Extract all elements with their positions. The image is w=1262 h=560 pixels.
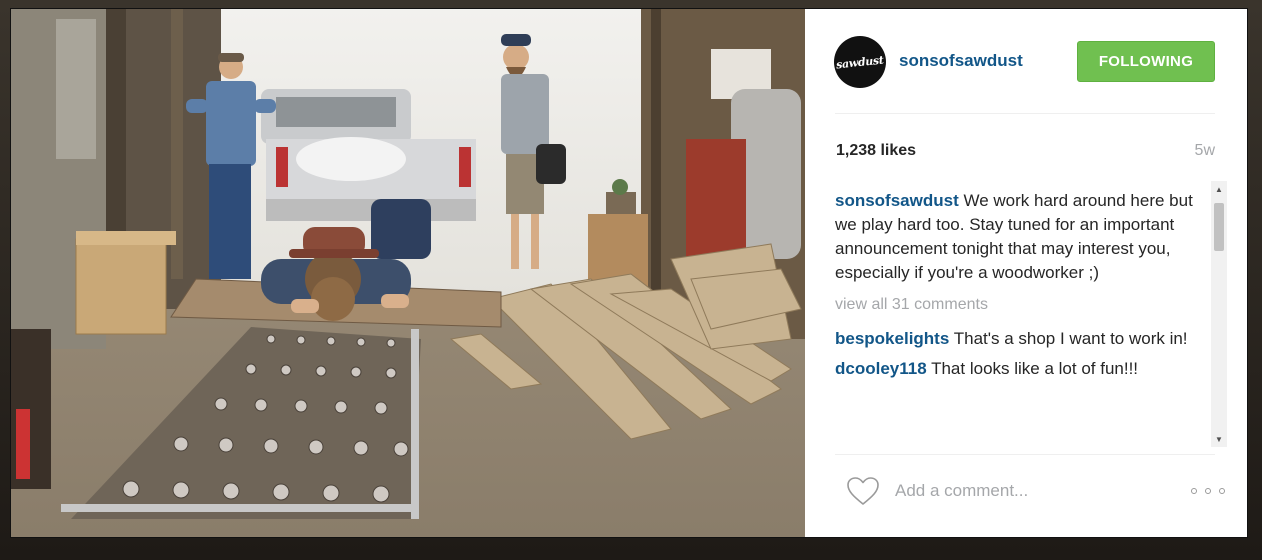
heart-icon[interactable] xyxy=(845,475,881,507)
post-header: sawdust sonsofsawdust FOLLOWING xyxy=(805,9,1247,113)
post-photo[interactable] xyxy=(11,9,805,537)
footer-divider xyxy=(835,454,1215,455)
comment-item: dcooley118 That looks like a lot of fun!… xyxy=(835,357,1195,381)
comment-text: That's a shop I want to work in! xyxy=(953,329,1188,348)
likes-count[interactable]: 1,238 likes xyxy=(836,142,916,160)
username-link[interactable]: sonsofsawdust xyxy=(899,51,1023,71)
post-modal: sawdust sonsofsawdust FOLLOWING 1,238 li… xyxy=(11,9,1247,537)
scroll-down-arrow-icon[interactable]: ▼ xyxy=(1211,431,1227,447)
more-options-icon[interactable] xyxy=(1191,484,1225,498)
comments-scrollbar[interactable]: ▲ ▼ xyxy=(1211,181,1227,447)
avatar-logo-text: sawdust xyxy=(835,53,885,71)
following-button[interactable]: FOLLOWING xyxy=(1077,41,1215,82)
comment-username[interactable]: bespokelights xyxy=(835,329,949,348)
more-dot xyxy=(1191,488,1197,494)
post-time[interactable]: 5w xyxy=(1195,142,1215,160)
post-caption: sonsofsawdust We work hard around here b… xyxy=(835,189,1195,285)
caption-username[interactable]: sonsofsawdust xyxy=(835,191,959,210)
comment-username[interactable]: dcooley118 xyxy=(835,359,927,378)
avatar[interactable]: sawdust xyxy=(834,36,886,88)
comment-text: That looks like a lot of fun!!! xyxy=(931,359,1139,378)
workshop-photo-illustration xyxy=(11,9,805,537)
header-divider xyxy=(835,113,1215,114)
add-comment-input[interactable] xyxy=(895,479,1185,503)
more-dot xyxy=(1205,488,1211,494)
comments-list: sonsofsawdust We work hard around here b… xyxy=(835,189,1195,387)
post-side-panel: sawdust sonsofsawdust FOLLOWING 1,238 li… xyxy=(805,9,1247,537)
comments-scroll-area[interactable]: sonsofsawdust We work hard around here b… xyxy=(835,181,1227,447)
view-all-comments-link[interactable]: view all 31 comments xyxy=(835,293,1195,317)
scroll-up-arrow-icon[interactable]: ▲ xyxy=(1211,181,1227,197)
more-dot xyxy=(1219,488,1225,494)
scrollbar-thumb[interactable] xyxy=(1214,203,1224,251)
comment-item: bespokelights That's a shop I want to wo… xyxy=(835,327,1195,351)
